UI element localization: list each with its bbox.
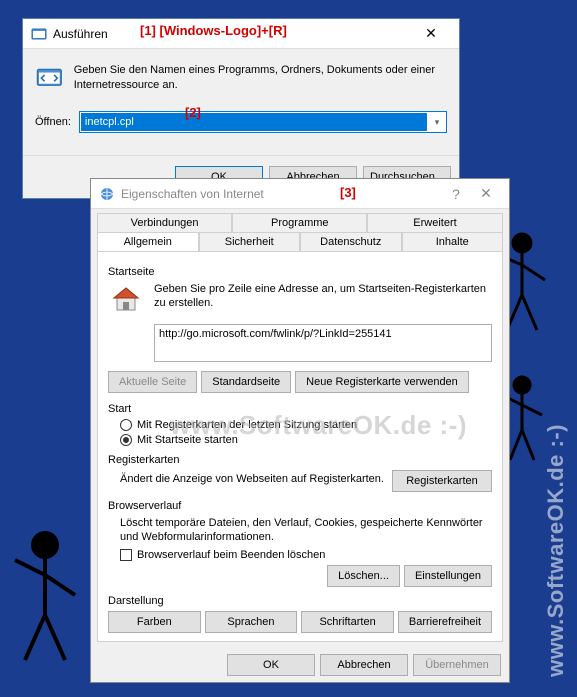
history-settings-button[interactable]: Einstellungen xyxy=(404,565,492,587)
radio-last-session[interactable]: Mit Registerkarten der letzten Sitzung s… xyxy=(120,419,492,431)
history-label: Browserverlauf xyxy=(108,500,492,512)
tab-connections[interactable]: Verbindungen xyxy=(97,213,232,232)
run-title: Ausführen xyxy=(53,27,411,41)
appearance-label: Darstellung xyxy=(108,595,492,607)
tabstrip: Verbindungen Programme Erweitert Allgeme… xyxy=(91,209,509,251)
tabs-group-label: Registerkarten xyxy=(108,454,492,466)
history-text: Löscht temporäre Dateien, den Verlauf, C… xyxy=(120,516,492,545)
checkbox-icon xyxy=(120,549,132,561)
tabs-group-text: Ändert die Anzeige von Webseiten auf Reg… xyxy=(120,472,384,486)
tab-content-general: Startseite Geben Sie pro Zeile eine Adre… xyxy=(97,251,503,642)
chevron-down-icon[interactable]: ▾ xyxy=(428,117,446,128)
tab-general[interactable]: Allgemein xyxy=(97,232,199,251)
radio-homepage[interactable]: Mit Startseite starten xyxy=(120,434,492,446)
run-dialog-icon xyxy=(35,63,64,99)
props-title: Eigenschaften von Internet xyxy=(121,187,441,201)
tabs-button[interactable]: Registerkarten xyxy=(392,470,492,492)
delete-button[interactable]: Löschen... xyxy=(327,565,400,587)
ok-button[interactable]: OK xyxy=(227,654,315,676)
props-titlebar: Eigenschaften von Internet ? ✕ xyxy=(91,179,509,209)
accessibility-button[interactable]: Barrierefreiheit xyxy=(398,611,492,633)
radio-icon xyxy=(120,419,132,431)
startpage-label: Startseite xyxy=(108,266,492,278)
decorative-figure-left xyxy=(0,520,95,680)
internet-options-icon xyxy=(99,186,115,202)
default-page-button[interactable]: Standardseite xyxy=(201,371,291,393)
fonts-button[interactable]: Schriftarten xyxy=(301,611,394,633)
tab-security[interactable]: Sicherheit xyxy=(199,232,301,251)
run-dialog: Ausführen ✕ Geben Sie den Namen eines Pr… xyxy=(22,18,460,199)
tab-advanced[interactable]: Erweitert xyxy=(367,213,502,232)
colors-button[interactable]: Farben xyxy=(108,611,201,633)
homepage-url-input[interactable]: http://go.microsoft.com/fwlink/p/?LinkId… xyxy=(154,324,492,362)
tab-programs[interactable]: Programme xyxy=(232,213,367,232)
help-icon[interactable]: ? xyxy=(441,186,471,202)
use-new-tab-button[interactable]: Neue Registerkarte verwenden xyxy=(295,371,469,393)
radio-last-session-label: Mit Registerkarten der letzten Sitzung s… xyxy=(137,419,357,431)
radio-icon xyxy=(120,434,132,446)
open-label: Öffnen: xyxy=(35,116,71,128)
run-combobox[interactable]: ▾ xyxy=(79,111,447,133)
delete-on-exit-checkbox[interactable]: Browserverlauf beim Beenden löschen xyxy=(120,549,492,561)
languages-button[interactable]: Sprachen xyxy=(205,611,298,633)
run-window-icon xyxy=(31,26,47,42)
apply-button: Übernehmen xyxy=(413,654,501,676)
close-icon[interactable]: ✕ xyxy=(471,185,501,202)
delete-on-exit-label: Browserverlauf beim Beenden löschen xyxy=(137,549,325,561)
cancel-button[interactable]: Abbrechen xyxy=(320,654,408,676)
internet-properties-dialog: Eigenschaften von Internet ? ✕ Verbindun… xyxy=(90,178,510,683)
run-titlebar: Ausführen ✕ xyxy=(23,19,459,49)
run-description: Geben Sie den Namen eines Programms, Ord… xyxy=(74,63,447,99)
tab-content[interactable]: Inhalte xyxy=(402,232,504,251)
current-page-button: Aktuelle Seite xyxy=(108,371,197,393)
dialog-footer: OK Abbrechen Übernehmen xyxy=(91,648,509,682)
radio-homepage-label: Mit Startseite starten xyxy=(137,434,238,446)
startpage-text: Geben Sie pro Zeile eine Adresse an, um … xyxy=(154,282,492,318)
tab-privacy[interactable]: Datenschutz xyxy=(300,232,402,251)
close-icon[interactable]: ✕ xyxy=(411,25,451,42)
start-label: Start xyxy=(108,403,492,415)
run-input[interactable] xyxy=(81,113,427,131)
home-icon xyxy=(108,282,144,318)
